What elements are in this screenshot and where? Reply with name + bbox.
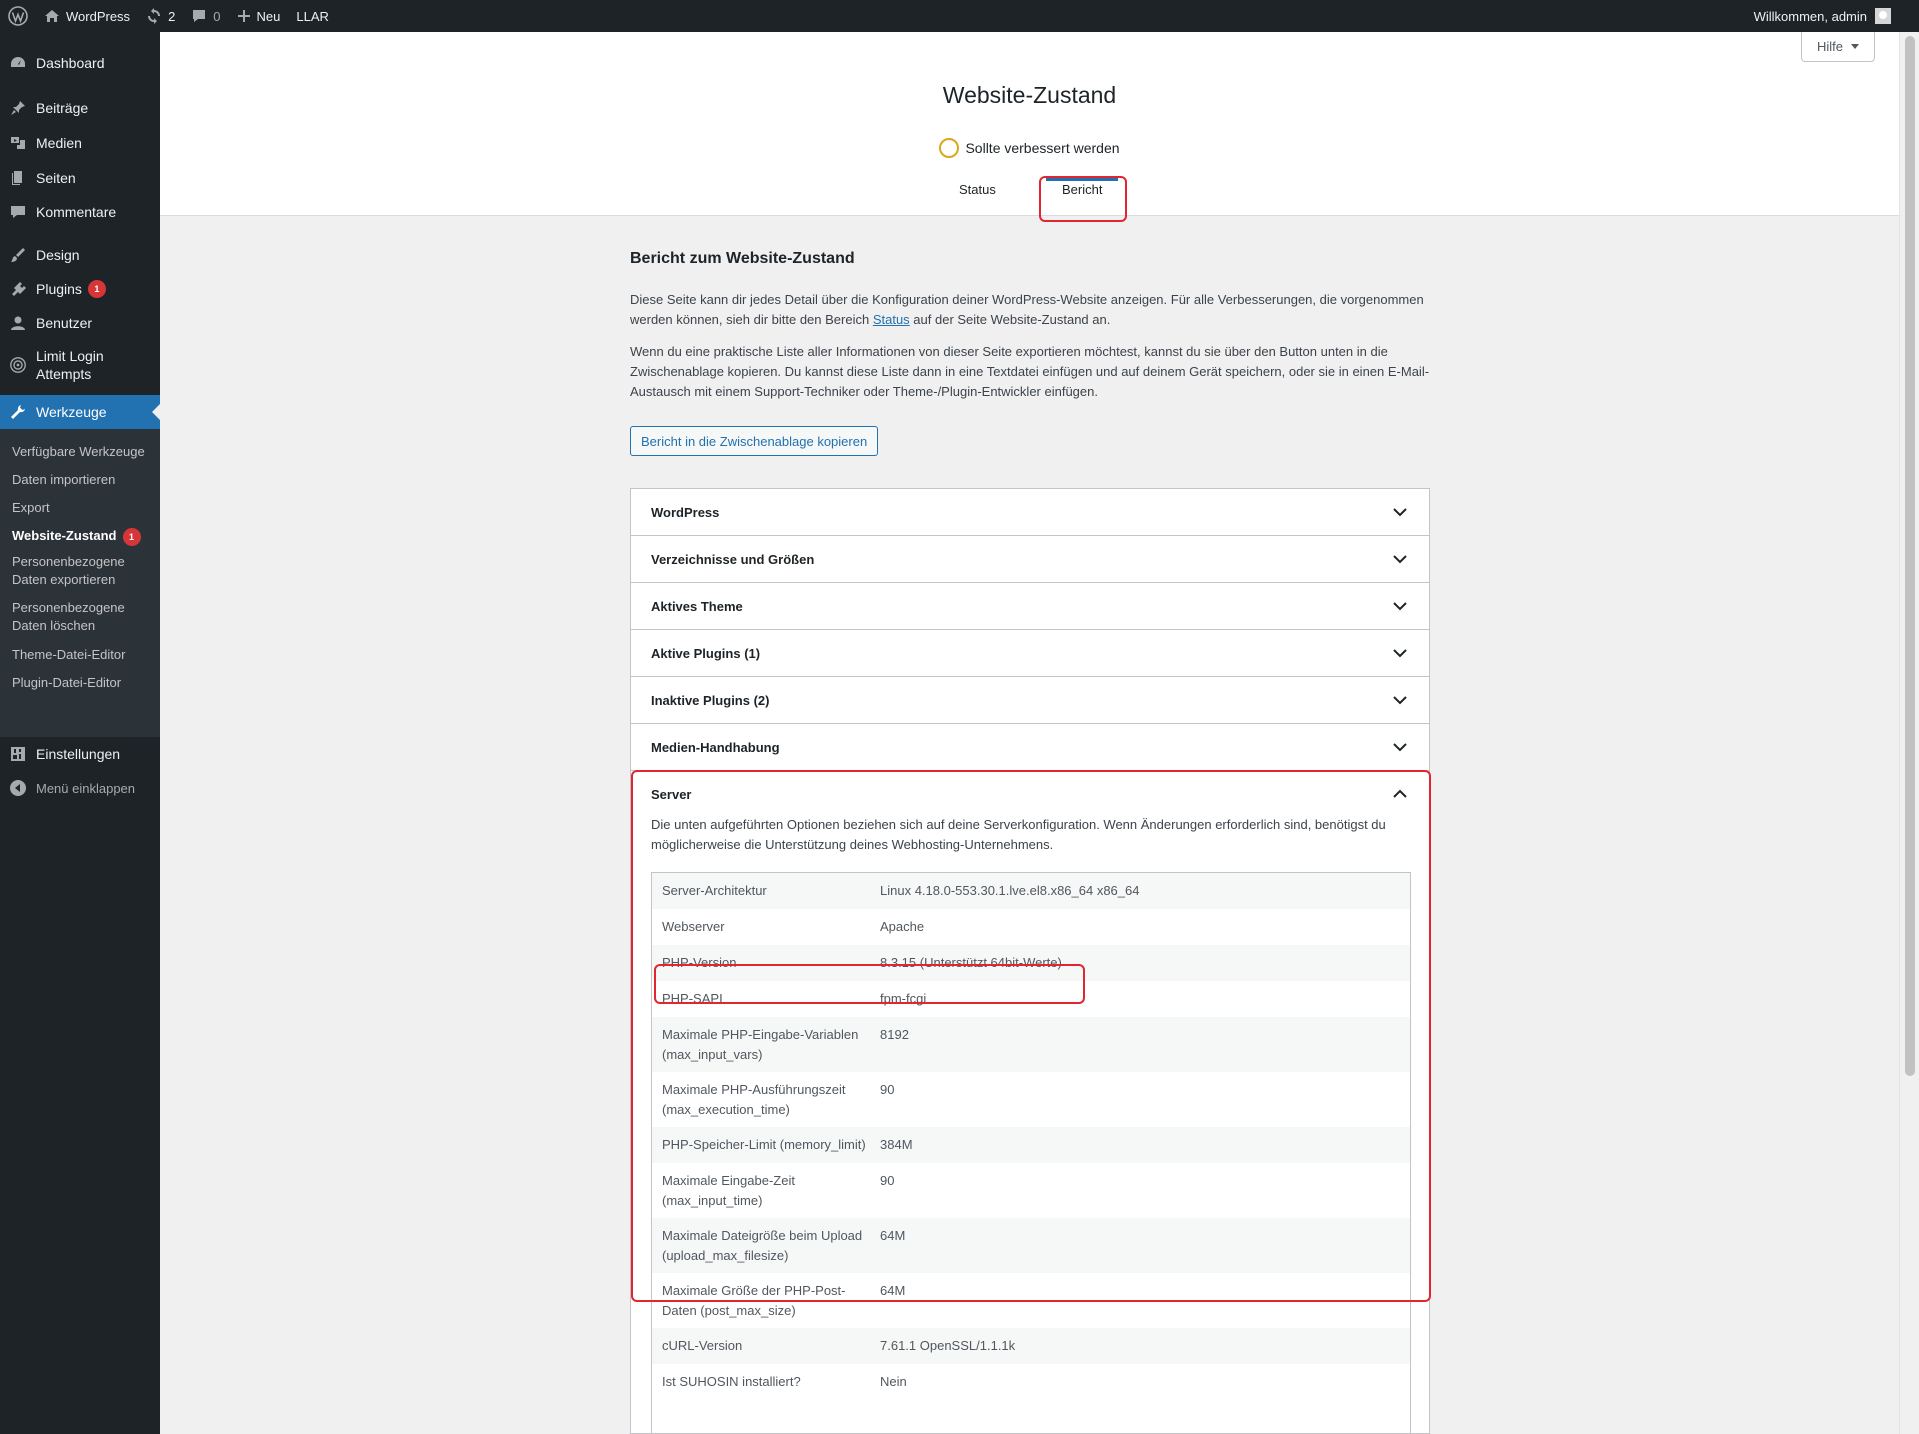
user-icon — [9, 314, 27, 332]
llar-link[interactable]: LLAR — [288, 0, 337, 32]
wordpress-logo-icon[interactable] — [0, 0, 36, 32]
submenu-website-zustand[interactable]: Website-Zustand 1 — [12, 527, 152, 546]
pin-icon — [9, 99, 27, 117]
submenu-theme-datei-editor[interactable]: Theme-Datei-Editor — [12, 646, 152, 664]
site-health-badge: 1 — [122, 528, 141, 546]
status-ring-icon — [939, 138, 960, 158]
caret-down-icon — [1851, 44, 1859, 49]
copy-report-button[interactable]: Bericht in die Zwischenablage kopieren — [630, 426, 879, 456]
chevron-down-icon — [1393, 555, 1407, 564]
tab-status[interactable]: Status — [959, 182, 996, 197]
plus-icon — [237, 9, 251, 23]
chevron-down-icon — [1393, 696, 1407, 705]
accordion-inaktive-plugins[interactable]: Inaktive Plugins (2) — [631, 677, 1429, 724]
chevron-down-icon — [1393, 602, 1407, 611]
accordion-verzeichnisse[interactable]: Verzeichnisse und Größen — [631, 536, 1429, 583]
table-row: cURL-Version 7.61.1 OpenSSL/1.1.1k — [652, 1328, 1410, 1364]
pages-icon — [9, 169, 27, 187]
menu-seiten[interactable]: Seiten — [0, 161, 160, 195]
wrench-icon — [9, 403, 27, 421]
menu-medien[interactable]: Medien — [0, 126, 160, 160]
status-link[interactable]: Status — [873, 312, 910, 327]
submenu-personenbezogene-daten-loeschen[interactable]: Personenbezogene Daten löschen — [12, 599, 152, 635]
highlight-php-version — [654, 964, 1085, 1004]
accordion-aktives-theme[interactable]: Aktives Theme — [631, 583, 1429, 630]
scrollbar-thumb[interactable] — [1905, 36, 1915, 1076]
page-scrollbar[interactable] — [1899, 32, 1919, 1434]
media-icon — [9, 134, 27, 152]
report-heading: Bericht zum Website-Zustand — [630, 250, 855, 267]
menu-einstellungen[interactable]: Einstellungen — [0, 737, 160, 771]
help-button[interactable]: Hilfe — [1801, 32, 1875, 62]
submenu-personenbezogene-daten-exportieren[interactable]: Personenbezogene Daten exportieren — [12, 553, 152, 589]
menu-kommentare[interactable]: Kommentare — [0, 195, 160, 229]
highlight-bericht-tab — [1039, 176, 1127, 222]
werkzeuge-submenu: Verfügbare Werkzeuge Daten importieren E… — [0, 429, 160, 737]
updates-icon — [146, 8, 162, 24]
submenu-export[interactable]: Export — [12, 499, 152, 517]
menu-plugins[interactable]: Plugins 1 — [0, 272, 160, 306]
plugins-update-badge: 1 — [87, 280, 106, 298]
report-paragraph-2: Wenn du eine praktische Liste aller Info… — [630, 344, 1430, 399]
comment-icon — [9, 203, 27, 221]
site-health-header: Hilfe Website-Zustand Sollte verbessert … — [160, 32, 1899, 216]
home-icon — [44, 8, 60, 24]
health-status: Sollte verbessert werden — [160, 138, 1899, 158]
site-name-link[interactable]: WordPress — [36, 0, 138, 32]
comments-link[interactable]: 0 — [183, 0, 228, 32]
admin-sidebar: Dashboard Beiträge Medien Seiten Komment… — [0, 32, 160, 1434]
report-intro: Bericht zum Website-Zustand Diese Seite … — [630, 250, 1430, 456]
dashboard-icon — [9, 54, 27, 72]
new-content-link[interactable]: Neu — [229, 0, 289, 32]
menu-beitraege[interactable]: Beiträge — [0, 91, 160, 125]
menu-benutzer[interactable]: Benutzer — [0, 306, 160, 340]
chevron-down-icon — [1393, 649, 1407, 658]
submenu-verfuegbare-werkzeuge[interactable]: Verfügbare Werkzeuge — [12, 443, 152, 461]
chevron-down-icon — [1393, 508, 1407, 517]
submenu-plugin-datei-editor[interactable]: Plugin-Datei-Editor — [12, 674, 152, 692]
my-account-link[interactable]: Willkommen, admin — [1746, 0, 1919, 32]
table-row: Ist SUHOSIN installiert? Nein — [662, 1374, 907, 1389]
collapse-icon — [9, 779, 27, 797]
menu-design[interactable]: Design — [0, 238, 160, 272]
updates-link[interactable]: 2 — [138, 0, 183, 32]
admin-bar: WordPress 2 0 Neu LLAR Willkommen, admin — [0, 0, 1919, 32]
page-title: Website-Zustand — [942, 82, 1117, 108]
submenu-daten-importieren[interactable]: Daten importieren — [12, 471, 152, 489]
chevron-down-icon — [1393, 743, 1407, 752]
comment-icon — [191, 8, 207, 24]
accordion-wordpress[interactable]: WordPress — [631, 489, 1429, 536]
avatar — [1875, 8, 1891, 24]
accordion-medien-handhabung[interactable]: Medien-Handhabung — [631, 724, 1429, 771]
llar-icon — [9, 356, 27, 374]
brush-icon — [9, 246, 27, 264]
menu-werkzeuge[interactable]: Werkzeuge — [0, 395, 160, 429]
accordion-aktive-plugins[interactable]: Aktive Plugins (1) — [631, 630, 1429, 677]
menu-dashboard[interactable]: Dashboard — [0, 46, 160, 80]
highlight-server-section — [631, 770, 1431, 1302]
menu-limit-login-attempts[interactable]: Limit Login Attempts — [0, 345, 160, 385]
report-paragraph-1: Diese Seite kann dir jedes Detail über d… — [630, 292, 1424, 327]
plugin-icon — [9, 280, 27, 298]
settings-icon — [9, 745, 27, 763]
menu-collapse[interactable]: Menü einklappen — [0, 771, 160, 805]
